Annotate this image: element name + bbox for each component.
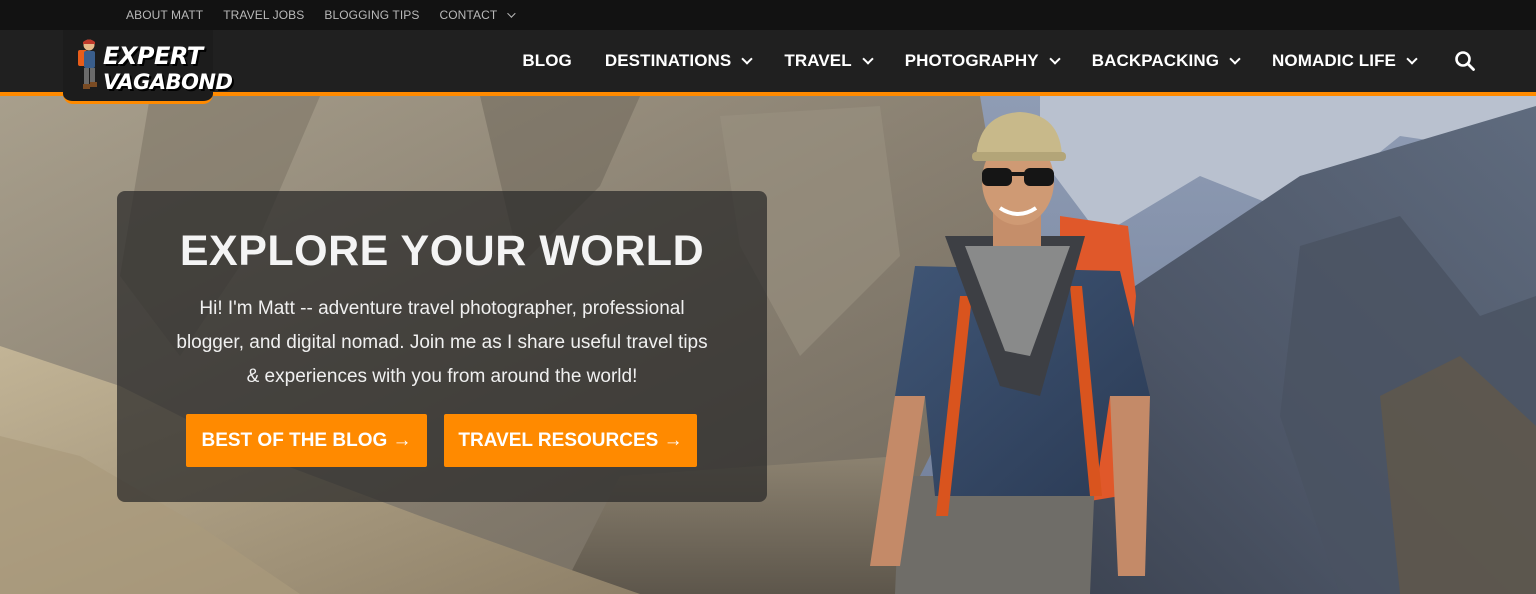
top-utility-bar: ABOUT MATT TRAVEL JOBS BLOGGING TIPS CON… [0,0,1536,30]
best-of-the-blog-button[interactable]: BEST OF THE BLOG → [186,414,427,467]
hero-title: EXPLORE YOUR WORLD [179,227,705,275]
chevron-down-icon [862,52,874,65]
nav-item-label: BLOG [522,51,572,70]
nav-item-nomadic-life[interactable]: NOMADIC LIFE [1272,51,1418,71]
utility-nav: ABOUT MATT TRAVEL JOBS BLOGGING TIPS CON… [126,0,516,30]
search-icon [1455,51,1475,71]
chevron-down-icon [741,52,754,65]
utility-link-label: BLOGGING TIPS [324,8,420,22]
chevron-down-icon [1049,52,1061,65]
nav-item-label: TRAVEL [784,51,852,70]
nav-item-destinations[interactable]: DESTINATIONS [604,51,754,71]
utility-link-label: ABOUT MATT [126,8,204,22]
logo-word-expert: EXPERT [103,42,203,70]
hero-intro-text: Hi! I'm Matt -- adventure travel photogr… [176,298,708,387]
site-logo[interactable]: EXPERT VAGABOND [63,30,233,104]
utility-link-about-matt[interactable]: ABOUT MATT [126,8,203,22]
nav-item-travel[interactable]: TRAVEL [784,51,874,71]
nav-item-blog[interactable]: BLOG [522,51,572,71]
nav-item-label: BACKPACKING [1091,51,1220,70]
search-button[interactable] [1454,50,1476,72]
hero-section: EXPLORE YOUR WORLD Hi! I'm Matt -- adven… [0,96,1536,594]
nav-item-label: PHOTOGRAPHY [904,51,1039,70]
nav-item-label: DESTINATIONS [604,51,732,70]
nav-item-label: NOMADIC LIFE [1272,51,1396,70]
utility-link-label: CONTACT [439,8,498,22]
nav-item-photography[interactable]: PHOTOGRAPHY [904,51,1061,71]
hero-intro-panel: EXPLORE YOUR WORLD Hi! I'm Matt -- adven… [117,191,767,502]
utility-link-contact[interactable]: CONTACT [439,8,516,22]
utility-link-travel-jobs[interactable]: TRAVEL JOBS [223,8,304,22]
utility-link-label: TRAVEL JOBS [223,8,305,22]
chevron-down-icon [1229,52,1241,65]
utility-link-blogging-tips[interactable]: BLOGGING TIPS [324,8,419,22]
logo-word-vagabond: VAGABOND [103,70,233,94]
hiker-mascot-icon [78,39,97,89]
chevron-down-icon [507,9,516,18]
main-nav: BLOG DESTINATIONS TRAVEL PHOTOGRAPHY BAC… [522,30,1476,92]
travel-resources-button[interactable]: TRAVEL RESOURCES → [444,414,697,467]
nav-item-backpacking[interactable]: BACKPACKING [1091,51,1241,71]
chevron-down-icon [1406,52,1418,65]
